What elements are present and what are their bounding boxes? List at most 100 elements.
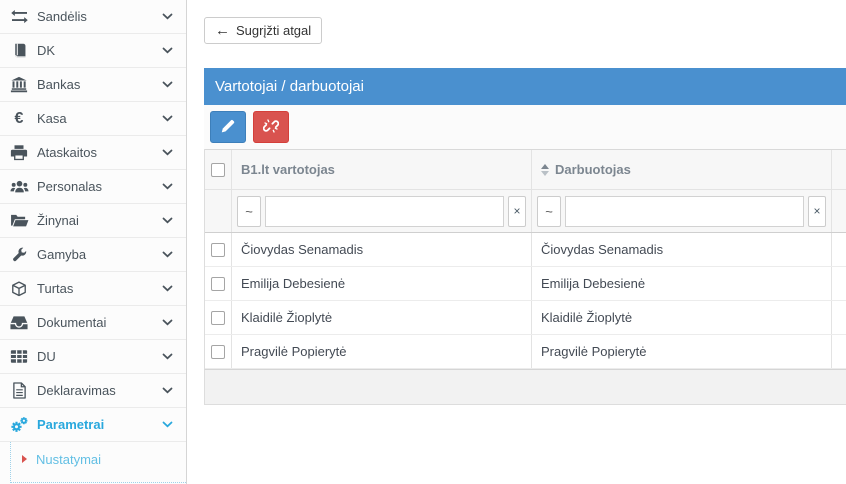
filter-input-employee[interactable] (565, 196, 804, 227)
cell-employee: Čiovydas Senamadis (532, 233, 832, 266)
sidebar-item-turtas[interactable]: Turtas (0, 272, 186, 306)
column-header-user[interactable]: B1.lt vartotojas (232, 150, 532, 189)
filter-input-user[interactable] (265, 196, 504, 227)
sidebar-item-parametrai[interactable]: Parametrai (0, 408, 186, 442)
sidebar-item-label: Žinynai (37, 213, 162, 228)
chevron-down-icon (162, 149, 173, 156)
cell-employee: Emilija Debesienė (532, 267, 832, 300)
cell-spacer (832, 335, 846, 368)
chevron-down-icon (162, 251, 173, 258)
cell-spacer (832, 267, 846, 300)
filter-cell-user: ~ × (232, 190, 532, 232)
sidebar-item-label: Gamyba (37, 247, 162, 262)
filter-clear-button[interactable]: × (808, 196, 826, 227)
filter-spacer (832, 190, 846, 232)
filter-operator-button[interactable]: ~ (537, 196, 561, 227)
sidebar-item-label: Ataskaitos (37, 145, 162, 160)
column-header-label: B1.lt vartotojas (241, 162, 335, 177)
back-button-label: Sugrįžti atgal (236, 23, 311, 38)
filter-operator-button[interactable]: ~ (237, 196, 261, 227)
arrow-left-icon: ← (215, 23, 230, 38)
select-all-checkbox[interactable] (211, 163, 225, 177)
sidebar-item-kasa[interactable]: € Kasa (0, 102, 186, 136)
table-row[interactable]: Klaidilė Žioplytė Klaidilė Žioplytė (205, 301, 846, 335)
sidebar-item-dk[interactable]: DK (0, 34, 186, 68)
sidebar-item-label: Dokumentai (37, 315, 162, 330)
row-checkbox[interactable] (211, 345, 225, 359)
euro-icon: € (7, 111, 31, 127)
cell-user: Pragvilė Popierytė (232, 335, 532, 368)
users-icon (7, 179, 31, 194)
row-checkbox-cell (205, 301, 232, 334)
sidebar: Sandėlis DK Bankas € Kasa Ataskaitos Per… (0, 0, 187, 484)
sidebar-item-label: Bankas (37, 77, 162, 92)
sidebar-item-label: DU (37, 349, 162, 364)
users-table: B1.lt vartotojas Darbuotojas ~ × ~ (204, 149, 846, 369)
exchange-icon (7, 9, 31, 24)
row-checkbox-cell (205, 267, 232, 300)
chevron-down-icon (162, 115, 173, 122)
sidebar-item-label: Parametrai (37, 417, 162, 432)
chevron-down-icon (162, 183, 173, 190)
filter-cell-employee: ~ × (532, 190, 832, 232)
chevron-down-icon (162, 285, 173, 292)
panel-title: Vartotojai / darbuotojai (204, 68, 846, 105)
sidebar-item-gamyba[interactable]: Gamyba (0, 238, 186, 272)
row-checkbox[interactable] (211, 277, 225, 291)
sidebar-item-personalas[interactable]: Personalas (0, 170, 186, 204)
table-header-row: B1.lt vartotojas Darbuotojas (205, 149, 846, 190)
cell-user: Emilija Debesienė (232, 267, 532, 300)
sidebar-item-label: Deklaravimas (37, 383, 162, 398)
column-header-spacer (832, 150, 846, 189)
sidebar-item-deklaravimas[interactable]: Deklaravimas (0, 374, 186, 408)
column-header-employee[interactable]: Darbuotojas (532, 150, 832, 189)
cell-employee: Klaidilė Žioplytė (532, 301, 832, 334)
panel-toolbar (204, 105, 846, 149)
bank-icon (7, 76, 31, 93)
sidebar-item-label: DK (37, 43, 162, 58)
table-icon (7, 349, 31, 364)
row-checkbox[interactable] (211, 243, 225, 257)
panel-footer (204, 369, 846, 405)
cell-employee: Pragvilė Popierytė (532, 335, 832, 368)
sidebar-item-sandelis[interactable]: Sandėlis (0, 0, 186, 34)
cell-spacer (832, 301, 846, 334)
sidebar-item-label: Turtas (37, 281, 162, 296)
table-row[interactable]: Čiovydas Senamadis Čiovydas Senamadis (205, 233, 846, 267)
row-checkbox-cell (205, 335, 232, 368)
users-panel: Vartotojai / darbuotojai B1.lt vartotoja… (204, 68, 846, 405)
sidebar-item-ataskaitos[interactable]: Ataskaitos (0, 136, 186, 170)
chevron-down-icon (162, 319, 173, 326)
table-row[interactable]: Pragvilė Popierytė Pragvilė Popierytė (205, 335, 846, 369)
cell-user: Čiovydas Senamadis (232, 233, 532, 266)
row-checkbox[interactable] (211, 311, 225, 325)
cell-user: Klaidilė Žioplytė (232, 301, 532, 334)
sidebar-item-du[interactable]: DU (0, 340, 186, 374)
inbox-icon (7, 315, 31, 330)
book-icon (7, 42, 31, 59)
chevron-down-icon (162, 81, 173, 88)
chevron-down-icon (162, 353, 173, 360)
chevron-down-icon (162, 387, 173, 394)
unlink-button[interactable] (253, 111, 289, 143)
filter-spacer-cell (205, 190, 232, 232)
sidebar-item-label: Sandėlis (37, 9, 162, 24)
caret-right-icon (22, 455, 27, 463)
edit-button[interactable] (210, 111, 246, 143)
sidebar-item-label: Personalas (37, 179, 162, 194)
cell-spacer (832, 233, 846, 266)
sidebar-item-bankas[interactable]: Bankas (0, 68, 186, 102)
table-row[interactable]: Emilija Debesienė Emilija Debesienė (205, 267, 846, 301)
sidebar-submenu-parametrai: Nustatymai (10, 442, 186, 483)
filter-clear-button[interactable]: × (508, 196, 526, 227)
file-text-icon (7, 382, 31, 399)
cogs-icon (7, 416, 31, 433)
chevron-down-icon (162, 421, 173, 428)
back-button[interactable]: ← Sugrįžti atgal (204, 17, 322, 44)
folder-open-icon (7, 213, 31, 228)
sidebar-item-nustatymai[interactable]: Nustatymai (11, 442, 186, 476)
sidebar-item-zinynai[interactable]: Žinynai (0, 204, 186, 238)
main-content: ← Sugrįžti atgal Vartotojai / darbuotoja… (188, 0, 846, 484)
wrench-icon (7, 247, 31, 263)
sidebar-item-dokumentai[interactable]: Dokumentai (0, 306, 186, 340)
